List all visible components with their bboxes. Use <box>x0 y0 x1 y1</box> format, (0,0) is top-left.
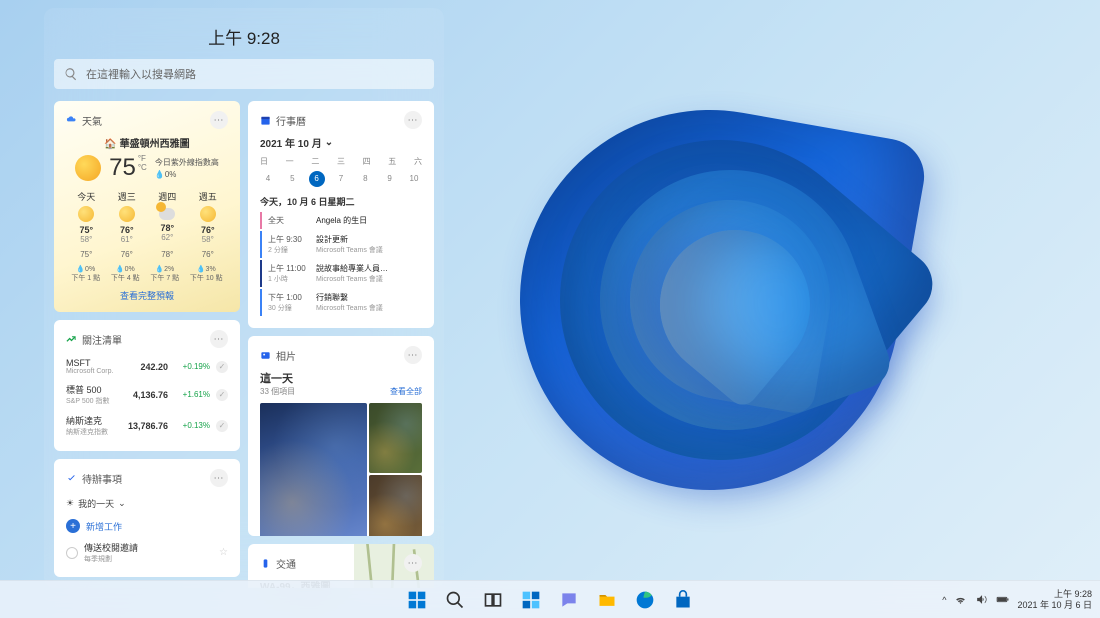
todo-widget[interactable]: 待辦事項 ⋯ ☀ 我的一天 ⌄ +新增工作 傳送校閱邀請每季規劃☆ <box>54 459 240 577</box>
calendar-today-label: 今天，10 月 6 日星期二 <box>260 195 422 208</box>
current-temp: 75 <box>109 154 136 182</box>
calendar-widget[interactable]: 行事曆 ⋯ 2021 年 10 月 ⌄ 日一二三四五六 45678910 今天，… <box>248 101 434 328</box>
calendar-month[interactable]: 2021 年 10 月 ⌄ <box>260 135 422 150</box>
widgets-panel: 上午 9:28 在這裡輸入以搜尋網路 天氣 ⋯ 🏠 華盛頓州西雅圖 75 °F°… <box>44 8 444 588</box>
search-input[interactable]: 在這裡輸入以搜尋網路 <box>54 59 434 89</box>
todo-more-button[interactable]: ⋯ <box>210 469 228 487</box>
sun-icon <box>75 155 101 181</box>
weather-location: 🏠 華盛頓州西雅圖 <box>66 135 228 150</box>
see-all-link[interactable]: 查看全部 <box>390 386 422 397</box>
task-item[interactable]: 傳送校閱邀請每季規劃☆ <box>66 538 228 567</box>
photos-day: 這一天 <box>260 370 295 386</box>
todo-title: 待辦事項 <box>82 471 205 486</box>
search-placeholder: 在這裡輸入以搜尋網路 <box>86 66 196 82</box>
store-button[interactable] <box>666 583 700 617</box>
traffic-title: 交通 <box>276 556 399 571</box>
start-button[interactable] <box>400 583 434 617</box>
todo-group[interactable]: ☀ 我的一天 ⌄ <box>66 493 228 514</box>
search-icon <box>64 67 78 81</box>
taskbar: ^ 上午 9:282021 年 10 月 6 日 <box>0 580 1100 618</box>
traffic-icon <box>260 558 271 569</box>
chat-button[interactable] <box>552 583 586 617</box>
calendar-event[interactable]: 下午 1:0030 分鐘行銷聯繫Microsoft Teams 會議 <box>260 289 422 316</box>
weather-icon <box>66 115 77 126</box>
star-icon[interactable]: ☆ <box>219 547 228 558</box>
panel-clock: 上午 9:28 <box>54 18 434 59</box>
photo-thumbnail[interactable] <box>369 475 422 536</box>
edge-button[interactable] <box>628 583 662 617</box>
wifi-icon[interactable] <box>954 593 967 606</box>
weather-title: 天氣 <box>82 113 205 128</box>
explorer-button[interactable] <box>590 583 624 617</box>
calendar-icon <box>260 115 271 126</box>
taskbar-clock[interactable]: 上午 9:282021 年 10 月 6 日 <box>1017 589 1092 611</box>
watchlist-title: 關注清單 <box>82 332 205 347</box>
selected-day[interactable]: 6 <box>309 171 325 187</box>
battery-icon[interactable] <box>996 593 1009 606</box>
task-checkbox[interactable] <box>66 547 78 559</box>
photos-count: 33 個項目 <box>260 386 295 397</box>
stock-row[interactable]: 標普 500S&P 500 指數4,136.76+1.61%✓ <box>66 379 228 410</box>
weather-widget[interactable]: 天氣 ⋯ 🏠 華盛頓州西雅圖 75 °F°C 今日紫外線指數高 💧0% <box>54 101 240 312</box>
watchlist-more-button[interactable]: ⋯ <box>210 330 228 348</box>
full-forecast-link[interactable]: 查看完整預報 <box>66 289 228 302</box>
todo-icon <box>66 473 77 484</box>
photos-more-button[interactable]: ⋯ <box>404 346 422 364</box>
calendar-event[interactable]: 上午 9:302 分鐘設計更新Microsoft Teams 會議 <box>260 231 422 258</box>
forecast-row: 今天75°58° 週三76°61° 週四78°62° 週五76°58° <box>66 190 228 244</box>
traffic-more-button[interactable]: ⋯ <box>404 554 422 572</box>
extra-temp-row: 75°76°78°76° <box>66 250 228 259</box>
tray-chevron-icon[interactable]: ^ <box>942 595 946 605</box>
photo-thumbnail[interactable] <box>260 403 367 536</box>
photos-icon <box>260 350 271 361</box>
calendar-event[interactable]: 全天Angela 的生日 <box>260 212 422 229</box>
chevron-down-icon: ⌄ <box>325 137 333 148</box>
photo-thumbnail[interactable] <box>369 403 422 473</box>
precip-row: 💧0%下午 1 點 💧0%下午 4 點 💧2%下午 7 點 💧3%下午 10 點 <box>66 265 228 283</box>
photos-widget[interactable]: 相片 ⋯ 這一天33 個項目 查看全部 <box>248 336 434 536</box>
weather-more-button[interactable]: ⋯ <box>210 111 228 129</box>
search-button[interactable] <box>438 583 472 617</box>
volume-icon[interactable] <box>975 593 988 606</box>
calendar-more-button[interactable]: ⋯ <box>404 111 422 129</box>
calendar-event[interactable]: 上午 11:001 小時說故事給專業人員…Microsoft Teams 會議 <box>260 260 422 287</box>
stocks-icon <box>66 334 77 345</box>
system-tray[interactable]: ^ 上午 9:282021 年 10 月 6 日 <box>942 589 1092 611</box>
add-task-button[interactable]: +新增工作 <box>66 514 228 538</box>
stock-row[interactable]: 納斯達克納斯達克指數13,786.76+0.13%✓ <box>66 410 228 441</box>
photos-title: 相片 <box>276 348 399 363</box>
task-view-button[interactable] <box>476 583 510 617</box>
uv-index: 今日紫外線指數高 💧0% <box>155 157 219 179</box>
temp-units: °F°C <box>138 154 147 172</box>
watchlist-widget[interactable]: 關注清單 ⋯ MSFTMicrosoft Corp.242.20+0.19%✓ … <box>54 320 240 451</box>
stock-row[interactable]: MSFTMicrosoft Corp.242.20+0.19%✓ <box>66 354 228 379</box>
widgets-button[interactable] <box>514 583 548 617</box>
calendar-title: 行事曆 <box>276 113 399 128</box>
